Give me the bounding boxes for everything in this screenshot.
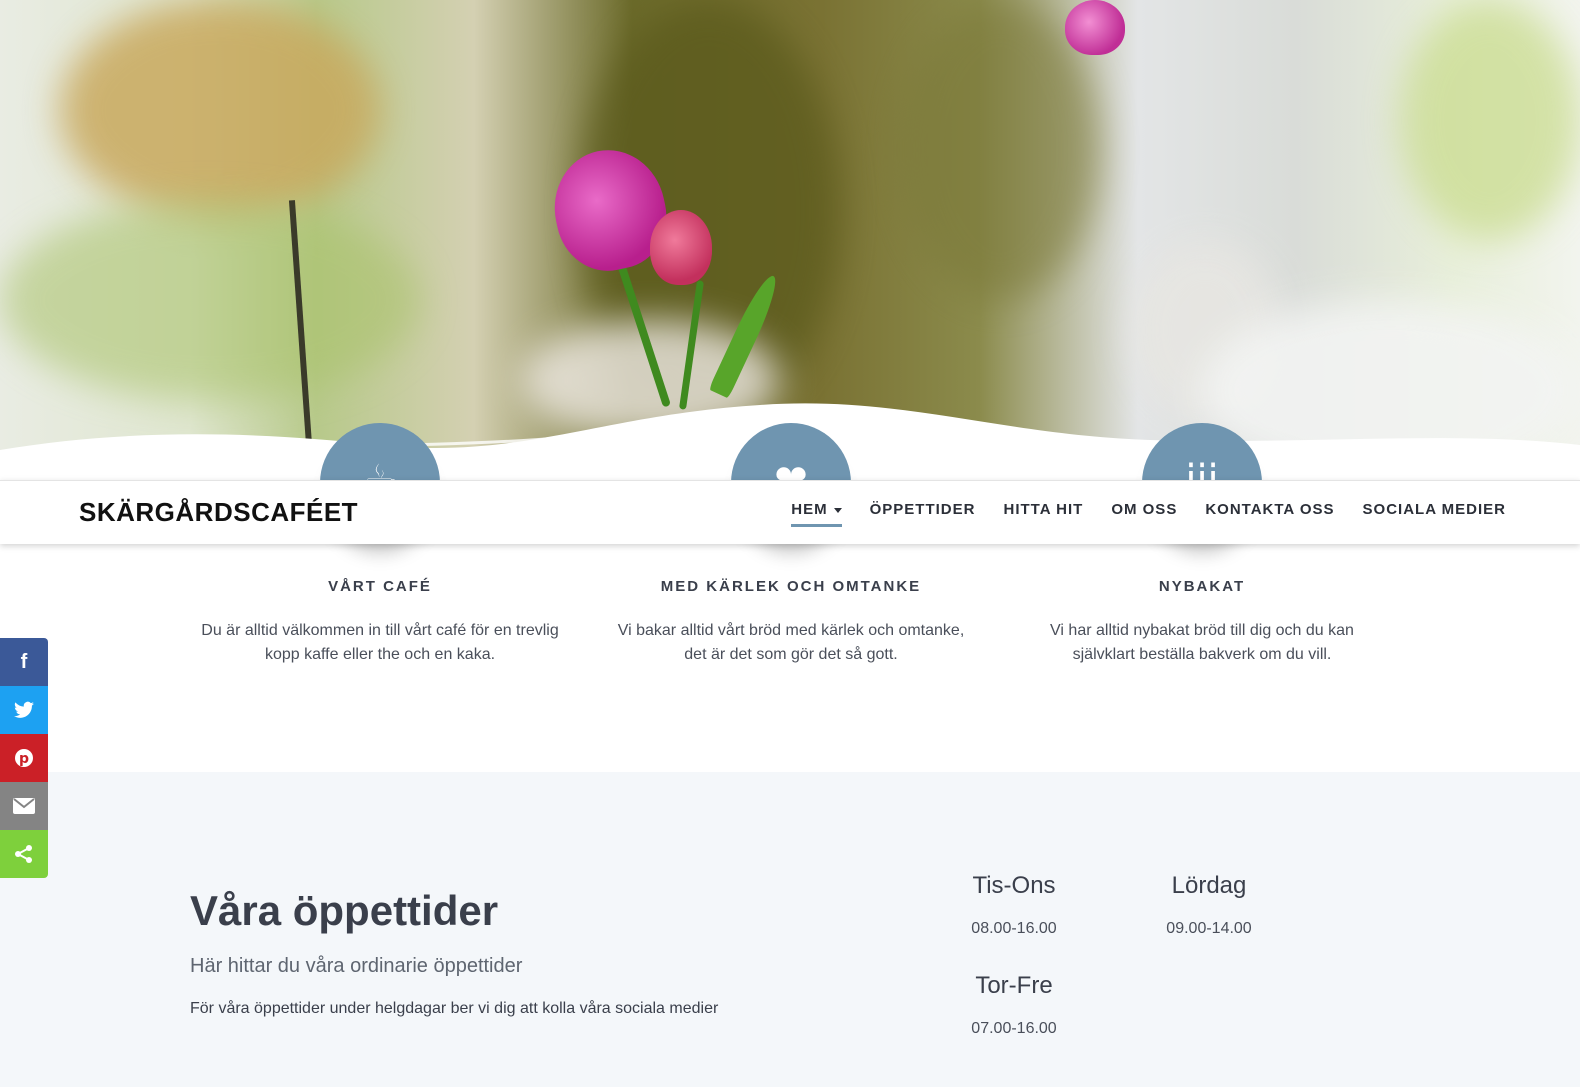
nav-item-kontakta-oss[interactable]: KONTAKTA OSS xyxy=(1205,501,1334,527)
hours-note: För våra öppettider under helgdagar ber … xyxy=(190,1000,719,1017)
hours-day: Tis-Ons xyxy=(972,872,1056,899)
facebook-icon: f xyxy=(20,650,28,673)
feature-nybakat: NYBAKAT Vi har alltid nybakat bröd till … xyxy=(1022,578,1382,667)
caret-down-icon xyxy=(833,507,842,513)
facebook-share-button[interactable]: f xyxy=(0,638,48,686)
feature-cafe: VÅRT CAFÉ Du är alltid välkommen in till… xyxy=(200,578,560,667)
email-icon xyxy=(13,798,35,814)
social-share-bar: f p xyxy=(0,638,48,878)
twitter-share-button[interactable] xyxy=(0,686,48,734)
site-logo[interactable]: SKÄRGÅRDSCAFÉET xyxy=(79,497,358,528)
email-share-button[interactable] xyxy=(0,782,48,830)
hours-item: Lördag 09.00-14.00 xyxy=(1129,872,1289,938)
nav-item-om-oss[interactable]: OM OSS xyxy=(1111,501,1177,527)
site-header: SKÄRGÅRDSCAFÉET HEM ÖPPETTIDER HITTA HIT… xyxy=(0,480,1580,544)
opening-hours-section: Våra öppettider Här hittar du våra ordin… xyxy=(0,772,1580,1087)
share-button[interactable] xyxy=(0,830,48,878)
hours-time: 08.00-16.00 xyxy=(971,920,1057,937)
feature-title: MED KÄRLEK OCH OMTANKE xyxy=(660,578,922,595)
hours-item: Tis-Ons 08.00-16.00 xyxy=(934,872,1094,938)
twitter-icon xyxy=(14,701,34,718)
feature-text: Du är alltid välkommen in till vårt café… xyxy=(201,622,559,663)
feature-text: Vi bakar alltid vårt bröd med kärlek och… xyxy=(617,622,965,663)
nav-item-hitta-hit[interactable]: HITTA HIT xyxy=(1003,501,1083,527)
share-icon xyxy=(15,845,32,863)
feature-title: VÅRT CAFÉ xyxy=(328,578,432,595)
feature-title: NYBAKAT xyxy=(1158,578,1246,595)
pinterest-icon: p xyxy=(15,749,33,767)
feature-karlek: MED KÄRLEK OCH OMTANKE Vi bakar alltid v… xyxy=(611,578,971,667)
hours-title: Våra öppettider xyxy=(190,887,499,934)
hours-day: Tor-Fre xyxy=(975,972,1053,999)
hours-day: Lördag xyxy=(1171,872,1247,899)
pinterest-share-button[interactable]: p xyxy=(0,734,48,782)
nav-item-oppettider[interactable]: ÖPPETTIDER xyxy=(870,501,976,527)
hours-time: 07.00-16.00 xyxy=(971,1020,1057,1037)
nav-item-sociala-medier[interactable]: SOCIALA MEDIER xyxy=(1363,501,1506,527)
main-nav: HEM ÖPPETTIDER HITTA HIT OM OSS KONTAKTA… xyxy=(763,501,1506,527)
svg-text:p: p xyxy=(19,751,29,767)
hero-image xyxy=(0,0,1580,480)
nav-item-hem[interactable]: HEM xyxy=(791,501,842,527)
hours-time: 09.00-14.00 xyxy=(1166,920,1252,937)
feature-text: Vi har alltid nybakat bröd till dig och … xyxy=(1050,622,1354,663)
hours-subtitle: Här hittar du våra ordinarie öppettider xyxy=(190,955,523,977)
hours-item: Tor-Fre 07.00-16.00 xyxy=(934,972,1094,1038)
